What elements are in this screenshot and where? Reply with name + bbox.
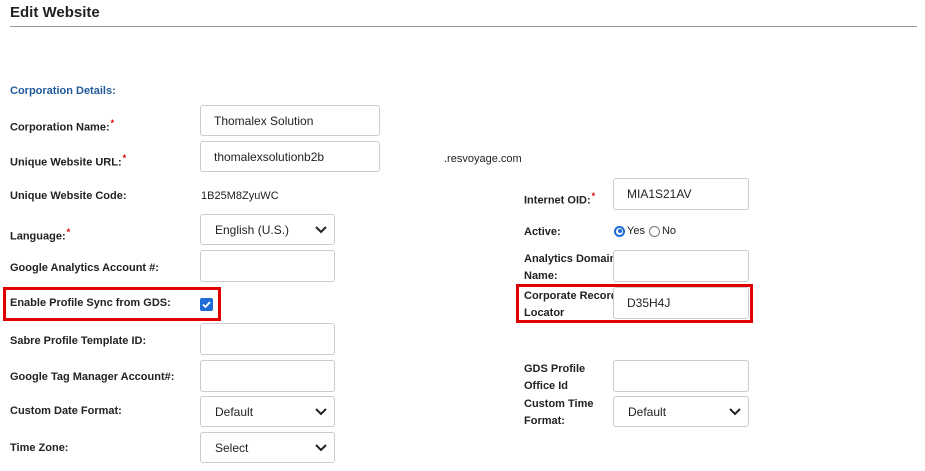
url-suffix: .resvoyage.com	[444, 153, 522, 165]
checkmark-icon	[202, 301, 211, 309]
active-yes-label: Yes	[627, 225, 645, 237]
chevron-down-icon	[315, 443, 327, 451]
sabre-template-label: Sabre Profile Template ID:	[10, 335, 147, 347]
time-zone-label: Time Zone:	[10, 442, 69, 454]
date-format-select-value: Default	[215, 404, 254, 419]
active-label: Active:	[524, 226, 561, 238]
internet-oid-field[interactable]: MIA1S21AV	[613, 178, 749, 210]
time-format-select[interactable]: Default	[613, 396, 749, 427]
language-label: Language:*	[10, 227, 71, 243]
google-analytics-field[interactable]	[200, 250, 335, 282]
record-locator-label: Corporate Record Locator	[524, 290, 618, 319]
internet-oid-label: Internet OID:*	[524, 191, 596, 207]
time-zone-select-value: Select	[215, 440, 249, 455]
language-select[interactable]: English (U.S.)	[200, 214, 335, 245]
profile-sync-label: Enable Profile Sync from GDS:	[10, 297, 171, 309]
date-format-label: Custom Date Format:	[10, 405, 122, 417]
date-format-select[interactable]: Default	[200, 396, 335, 427]
record-locator-field[interactable]: D35H4J	[613, 287, 749, 319]
corporation-name-label: Corporation Name:*	[10, 118, 115, 134]
time-zone-select[interactable]: Select	[200, 432, 335, 463]
unique-code-label: Unique Website Code:	[10, 190, 127, 202]
chevron-down-icon	[729, 407, 741, 415]
unique-code-value: 1B25M8ZyuWC	[201, 190, 279, 202]
chevron-down-icon	[315, 225, 327, 233]
time-format-select-value: Default	[628, 404, 667, 419]
active-no-radio[interactable]	[648, 225, 660, 237]
gtm-field[interactable]	[200, 360, 335, 392]
section-title: Corporation Details:	[10, 85, 116, 97]
time-format-label: Custom Time Format:	[524, 398, 594, 427]
profile-sync-checkbox[interactable]	[200, 298, 213, 311]
unique-url-label: Unique Website URL:*	[10, 153, 127, 169]
page-title: Edit Website	[10, 4, 100, 21]
google-analytics-label: Google Analytics Account #:	[10, 262, 159, 274]
chevron-down-icon	[315, 407, 327, 415]
active-no-label: No	[661, 225, 677, 237]
title-divider	[10, 26, 917, 27]
active-radio-group: Yes No	[614, 225, 676, 237]
language-select-value: English (U.S.)	[215, 222, 290, 237]
corporation-name-field[interactable]: Thomalex Solution	[200, 105, 380, 136]
analytics-domain-label: Analytics Domain Name:	[524, 253, 617, 282]
analytics-domain-field[interactable]	[613, 250, 749, 282]
unique-url-field[interactable]: thomalexsolutionb2b	[200, 141, 380, 172]
sabre-template-field[interactable]	[200, 323, 335, 355]
active-yes-radio[interactable]	[614, 225, 625, 237]
gds-office-field[interactable]	[613, 360, 749, 392]
gds-office-label: GDS Profile Office Id	[524, 363, 586, 392]
gtm-label: Google Tag Manager Account#:	[10, 371, 175, 383]
